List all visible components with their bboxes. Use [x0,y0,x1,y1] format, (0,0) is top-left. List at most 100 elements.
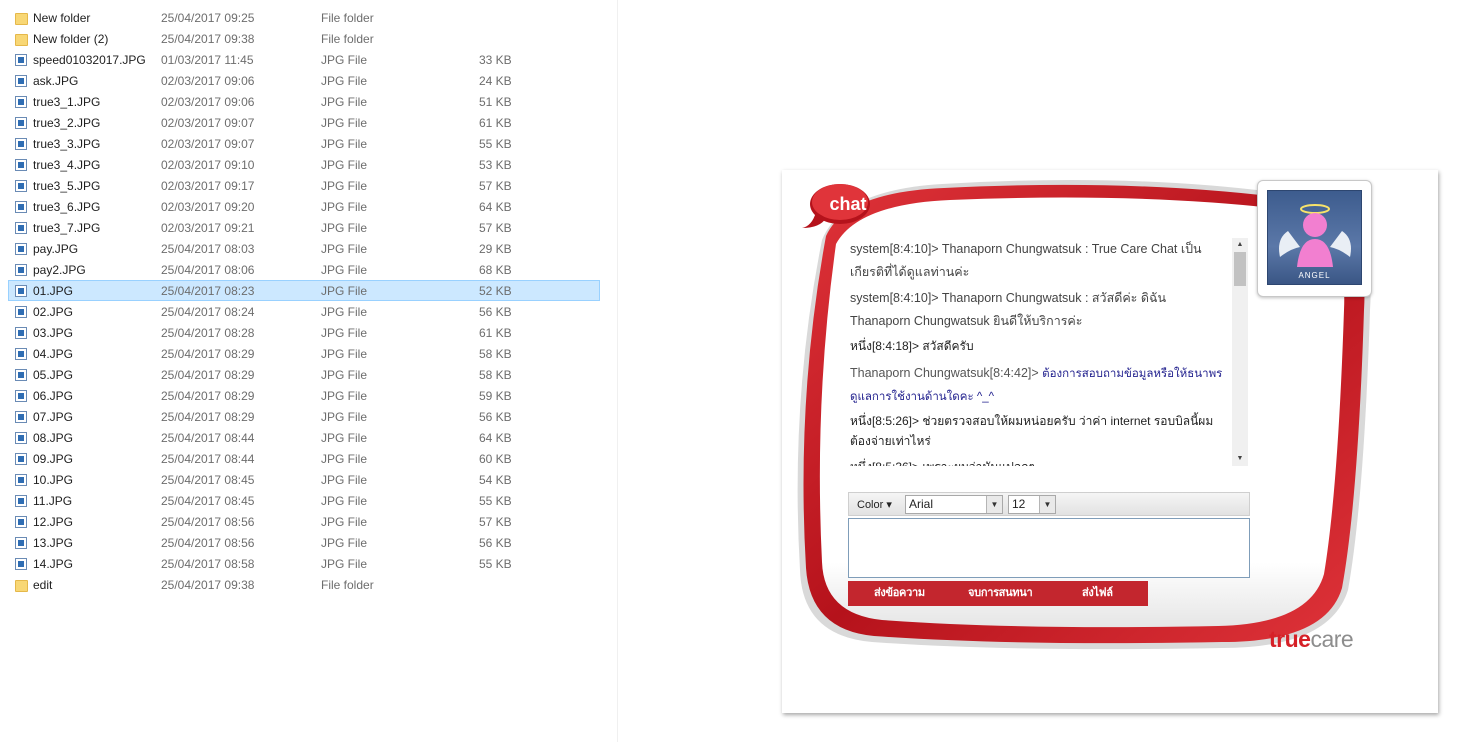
font-size-select[interactable]: 12 ▼ [1008,495,1056,514]
file-name: 10.JPG [33,473,74,487]
file-date-modified: 02/03/2017 09:06 [161,74,255,88]
file-size: 56 KB [479,305,512,319]
file-row[interactable]: true3_7.JPG 02/03/2017 09:21 JPG File 57 KB [8,217,600,238]
brand-true: true [1269,626,1311,652]
file-date-modified: 25/04/2017 08:58 [161,557,255,571]
file-row[interactable]: 01.JPG 25/04/2017 08:23 JPG File 52 KB [8,280,600,301]
file-size: 57 KB [479,179,512,193]
file-type: JPG File [321,410,368,424]
message-input[interactable] [848,518,1250,578]
file-row[interactable]: 14.JPG 25/04/2017 08:58 JPG File 55 KB [8,553,600,574]
file-name: 08.JPG [33,431,74,445]
file-row[interactable]: 11.JPG 25/04/2017 08:45 JPG File 55 KB [8,490,600,511]
file-row[interactable]: ask.JPG 02/03/2017 09:06 JPG File 24 KB [8,70,600,91]
file-row[interactable]: 08.JPG 25/04/2017 08:44 JPG File 64 KB [8,427,600,448]
file-row[interactable]: 04.JPG 25/04/2017 08:29 JPG File 58 KB [8,343,600,364]
scroll-up-icon[interactable]: ▲ [1232,238,1248,252]
file-size: 56 KB [479,536,512,550]
file-size: 60 KB [479,452,512,466]
file-name: 14.JPG [33,557,74,571]
chevron-down-icon[interactable]: ▼ [986,496,1002,513]
file-name: 05.JPG [33,368,74,382]
file-row[interactable]: New folder (2) 25/04/2017 09:38 File folde… [8,28,600,49]
file-size: 55 KB [479,494,512,508]
file-type: JPG File [321,242,368,256]
file-name: pay2.JPG [33,263,86,277]
file-row[interactable]: 02.JPG 25/04/2017 08:24 JPG File 56 KB [8,301,600,322]
font-select[interactable]: Arial ▼ [905,495,1003,514]
file-name: New folder [33,11,91,25]
folder-icon [15,13,28,25]
send-file-button[interactable]: ส่งไฟล์ [1082,581,1113,606]
file-row[interactable]: true3_1.JPG 02/03/2017 09:06 JPG File 51 KB [8,91,600,112]
file-row[interactable]: 07.JPG 25/04/2017 08:29 JPG File 56 KB [8,406,600,427]
file-date-modified: 25/04/2017 08:56 [161,536,255,550]
file-size: 59 KB [479,389,512,403]
chevron-down-icon[interactable]: ▼ [1039,496,1055,513]
file-row[interactable]: 06.JPG 25/04/2017 08:29 JPG File 59 KB [8,385,600,406]
file-size: 56 KB [479,410,512,424]
file-type: JPG File [321,137,368,151]
file-type: File folder [321,578,374,592]
message-list: system[8:4:10]> Thanaporn Chungwatsuk : … [844,238,1248,466]
file-row[interactable]: speed01032017.JPG 01/03/2017 11:45 JPG Fil… [8,49,600,70]
scroll-down-icon[interactable]: ▼ [1232,452,1248,466]
image-file-icon [15,537,27,549]
file-size: 53 KB [479,158,512,172]
scroll-thumb[interactable] [1234,252,1246,286]
image-file-icon [15,432,27,444]
file-date-modified: 25/04/2017 09:25 [161,11,255,25]
file-row[interactable]: true3_2.JPG 02/03/2017 09:07 JPG File 61 KB [8,112,600,133]
file-date-modified: 25/04/2017 08:29 [161,347,255,361]
transcript-scrollbar[interactable]: ▲ ▼ [1232,238,1248,466]
file-row[interactable]: 10.JPG 25/04/2017 08:45 JPG File 54 KB [8,469,600,490]
file-row[interactable]: true3_4.JPG 02/03/2017 09:10 JPG File 53 KB [8,154,600,175]
file-row[interactable]: 09.JPG 25/04/2017 08:44 JPG File 60 KB [8,448,600,469]
file-name: true3_2.JPG [33,116,101,130]
color-button[interactable]: Color ▾ [857,498,892,511]
file-row[interactable]: 03.JPG 25/04/2017 08:28 JPG File 61 KB [8,322,600,343]
send-message-button[interactable]: ส่งข้อความ [874,581,925,606]
file-row[interactable]: 05.JPG 25/04/2017 08:29 JPG File 58 KB [8,364,600,385]
file-type: JPG File [321,158,368,172]
file-type: JPG File [321,557,368,571]
file-row[interactable]: edit 25/04/2017 09:38 File folder [8,574,600,595]
file-row[interactable]: pay2.JPG 25/04/2017 08:06 JPG File 68 KB [8,259,600,280]
message-sender: Thanaporn Chungwatsuk[8:4:42]> [850,366,1043,380]
font-size-select-value: 12 [1012,497,1026,511]
image-file-icon [15,243,27,255]
image-file-icon [15,390,27,402]
file-row[interactable]: New folder 25/04/2017 09:25 File folder [8,7,600,28]
image-file-icon [15,453,27,465]
chat-transcript[interactable]: system[8:4:10]> Thanaporn Chungwatsuk : … [844,238,1248,466]
file-row[interactable]: 12.JPG 25/04/2017 08:56 JPG File 57 KB [8,511,600,532]
file-name: speed01032017.JPG [33,53,146,67]
file-type: JPG File [321,515,368,529]
file-row[interactable]: true3_6.JPG 02/03/2017 09:20 JPG File 64 KB [8,196,600,217]
file-row[interactable]: true3_5.JPG 02/03/2017 09:17 JPG File 57 KB [8,175,600,196]
file-name: 03.JPG [33,326,74,340]
file-date-modified: 25/04/2017 08:44 [161,452,255,466]
file-date-modified: 02/03/2017 09:21 [161,221,255,235]
file-date-modified: 25/04/2017 08:45 [161,494,255,508]
file-date-modified: 25/04/2017 08:45 [161,473,255,487]
file-size: 68 KB [479,263,512,277]
file-size: 55 KB [479,137,512,151]
image-file-icon [15,96,27,108]
file-name: 07.JPG [33,410,74,424]
file-row[interactable]: 13.JPG 25/04/2017 08:56 JPG File 56 KB [8,532,600,553]
image-file-icon [15,495,27,507]
file-size: 61 KB [479,326,512,340]
file-row[interactable]: true3_3.JPG 02/03/2017 09:07 JPG File 55 KB [8,133,600,154]
font-select-value: Arial [909,497,934,511]
file-type: JPG File [321,368,368,382]
file-date-modified: 02/03/2017 09:20 [161,200,255,214]
file-size: 58 KB [479,347,512,361]
file-row[interactable]: pay.JPG 25/04/2017 08:03 JPG File 29 KB [8,238,600,259]
file-type: JPG File [321,179,368,193]
file-size: 29 KB [479,242,512,256]
file-date-modified: 02/03/2017 09:17 [161,179,255,193]
image-file-icon [15,306,27,318]
file-type: JPG File [321,284,368,298]
end-chat-button[interactable]: จบการสนทนา [968,581,1033,606]
